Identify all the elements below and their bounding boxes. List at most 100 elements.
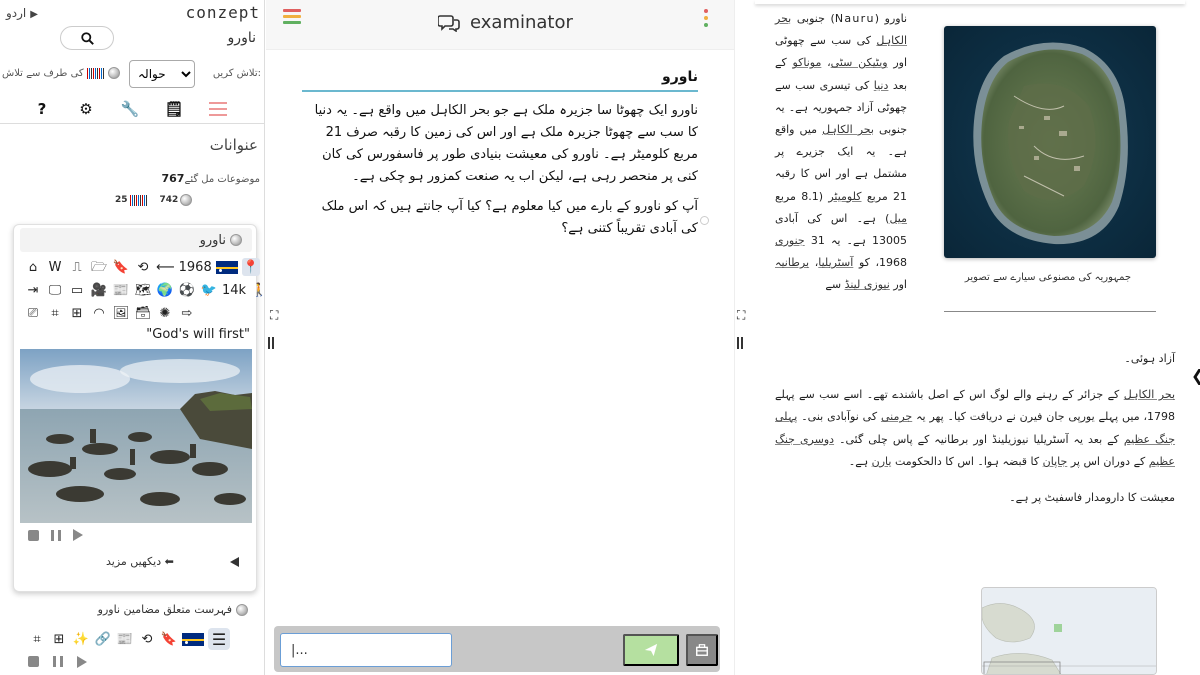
pause-icon[interactable]	[53, 656, 63, 667]
bookmark-icon[interactable]: 🔖	[160, 630, 178, 648]
soccer-ball-icon[interactable]: ⚽	[178, 281, 196, 299]
send-button[interactable]	[623, 634, 679, 666]
flag-icon[interactable]	[215, 260, 238, 274]
article-paragraph: بحر الکاہل کے جزائر کے رہنے والے لوگ اس …	[775, 384, 1175, 473]
chat-menu-button[interactable]	[283, 9, 301, 25]
location-map[interactable]	[981, 587, 1157, 675]
article-link[interactable]: ویٹیکن سٹی	[831, 56, 888, 69]
map-icon[interactable]: 🗺	[134, 281, 152, 299]
topic-card-title[interactable]: ناورو	[20, 228, 252, 252]
desktop-icon[interactable]: ▭	[68, 281, 86, 299]
fullscreen-icon[interactable]: ⛶	[737, 308, 745, 323]
help-button[interactable]: ?	[30, 97, 54, 121]
globe-icon[interactable]: 🌍	[156, 281, 174, 299]
article-link[interactable]: دنیا	[874, 79, 889, 92]
retweet-icon[interactable]: ⟲	[134, 258, 152, 276]
topic-photo[interactable]	[20, 349, 252, 523]
card-icon-row-1: ⌂ W ⎍ 🗁 🔖 ⟲ ⟵ 1968 📍	[24, 257, 260, 277]
grid-icon[interactable]: ⊞	[68, 304, 86, 322]
article-link[interactable]: جنوری	[775, 234, 805, 247]
chalkboard-icon[interactable]: ⎚	[24, 304, 42, 322]
fullscreen-icon[interactable]: ⛶	[270, 308, 278, 323]
monitor-icon[interactable]: 🖵	[46, 281, 64, 299]
newspaper-icon[interactable]: 📰	[112, 281, 130, 299]
notes-button[interactable]: 🗒	[162, 97, 186, 121]
link-icon[interactable]: 🔗	[94, 630, 112, 648]
stop-icon[interactable]	[28, 529, 39, 541]
article-link[interactable]: یارن	[872, 455, 892, 468]
twitter-icon[interactable]: 🐦	[200, 281, 218, 299]
bookmark-icon[interactable]: 🔖	[112, 258, 130, 276]
year-label[interactable]: 1968	[179, 260, 212, 275]
wikidata-icon	[86, 67, 105, 79]
article-link[interactable]: بحر الکاہل	[822, 123, 874, 136]
stop-icon[interactable]	[28, 656, 39, 667]
article-link[interactable]: کلومیٹر	[828, 190, 861, 203]
population-label[interactable]: 14k	[222, 283, 246, 298]
list-icon: ☰	[211, 629, 227, 649]
note-icon: 🗒	[164, 100, 184, 118]
collapse-triangle-icon[interactable]	[230, 557, 239, 567]
search-source[interactable]: کی طرف سے تلاش	[2, 67, 120, 79]
search-button[interactable]	[60, 26, 114, 50]
frame-icon[interactable]: ⌗	[46, 304, 64, 322]
chevron-left-icon[interactable]: ❮	[1191, 366, 1200, 385]
article-link[interactable]: برطانیہ	[775, 256, 809, 269]
article-intro: ناورو (Nauru) جنوبی بحر الکاہل کی سب سے …	[775, 8, 907, 297]
article-link[interactable]: نیوزی لینڈ	[845, 278, 890, 291]
settings-button[interactable]: ⚙	[74, 97, 98, 121]
search-type-select[interactable]: حوالہ	[129, 60, 195, 88]
images-icon[interactable]: 🗃	[134, 304, 152, 322]
video-icon[interactable]: 🎥	[90, 281, 108, 299]
newspaper-icon[interactable]: 📰	[116, 630, 134, 648]
language-switch[interactable]: اردو ▶	[6, 6, 38, 20]
magic-wand-icon[interactable]: ✨	[72, 630, 90, 648]
share-icon[interactable]: ⇨	[178, 304, 196, 322]
clear-button[interactable]	[686, 634, 718, 666]
article-link[interactable]: جرمنی	[881, 410, 912, 423]
chat-message: ناورو ناورو ایک چھوٹا سا جزیرہ ملک ہے جو…	[302, 66, 698, 248]
tools-button[interactable]: 🔧	[118, 97, 142, 121]
wikipedia-count[interactable]: 742	[160, 194, 193, 206]
folder-icon[interactable]: 🗁	[90, 258, 108, 276]
play-icon[interactable]	[77, 656, 87, 668]
wikipedia-icon	[180, 194, 193, 206]
play-icon[interactable]	[73, 529, 83, 541]
pause-icon[interactable]	[51, 529, 61, 541]
article-text: ہے۔	[848, 454, 869, 468]
source-counts: 25 742	[115, 194, 193, 206]
satellite-image[interactable]	[944, 26, 1156, 258]
message-input[interactable]	[280, 633, 452, 667]
sign-in-icon[interactable]: ⇥	[24, 281, 42, 299]
retweet-icon[interactable]: ⟲	[138, 630, 156, 648]
grid-icon[interactable]: ⊞	[50, 630, 68, 648]
message-status-icon	[700, 216, 709, 225]
rainbow-icon[interactable]: ◠	[90, 304, 108, 322]
resize-handle[interactable]	[737, 337, 743, 349]
flag-icon[interactable]	[182, 632, 204, 646]
home-icon[interactable]: ⌂	[24, 258, 42, 276]
related-list-link[interactable]: فہرست متعلق مضامین ناورو	[98, 603, 248, 616]
article-text: کی نوآبادی بنی۔	[801, 410, 878, 424]
map-pin-icon[interactable]: 📍	[241, 258, 260, 276]
list-button[interactable]: ☰	[208, 628, 230, 650]
article-text: (8.1 مربع	[775, 189, 823, 203]
article-link[interactable]: جاپان	[1043, 455, 1068, 468]
article-link[interactable]: بحر الکاہل	[1124, 388, 1175, 401]
network-icon[interactable]: ✺	[156, 304, 174, 322]
article-link[interactable]: موناکو	[792, 56, 821, 69]
motto: "God's will first"	[146, 327, 250, 342]
brand-logo[interactable]: conzept	[186, 3, 260, 22]
wikidata-count[interactable]: 25	[115, 194, 148, 206]
image-icon[interactable]: 🖼	[112, 304, 130, 322]
article-link[interactable]: میل	[889, 212, 907, 225]
chat-options-button[interactable]	[704, 9, 708, 27]
article-link[interactable]: آسٹریلیا	[818, 256, 853, 269]
see-more-link[interactable]: دیکھیں مزید ⬅	[106, 555, 174, 568]
topic-card: ناورو ⌂ W ⎍ 🗁 🔖 ⟲ ⟵ 1968 📍 ⇥ 🖵 ▭ 🎥 📰 🗺 🌍…	[13, 224, 264, 592]
menu-button[interactable]	[206, 97, 230, 121]
frame-icon[interactable]: ⌗	[28, 630, 46, 648]
signal-wave-icon[interactable]: ⎍	[68, 258, 86, 276]
wikipedia-w-icon[interactable]: W	[46, 258, 64, 276]
resize-handle[interactable]	[268, 337, 274, 349]
